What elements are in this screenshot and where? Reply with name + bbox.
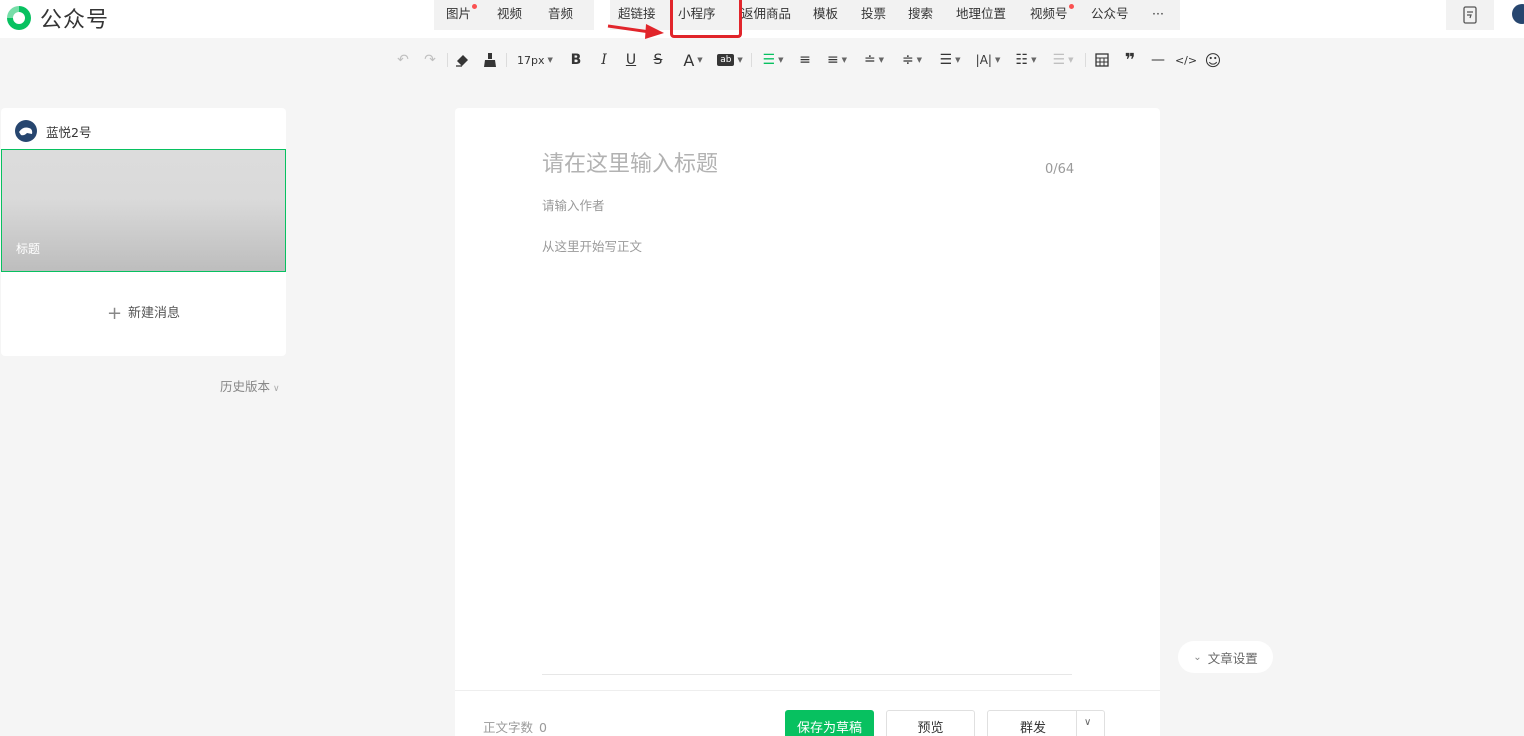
new-dot-icon <box>472 4 478 9</box>
save-draft-button[interactable]: 保存为草稿 <box>785 710 874 736</box>
toolbar-divider <box>751 53 752 67</box>
toolbar-divider <box>447 53 448 67</box>
insert-menu: 图片 视频 音频 超链接 小程序 返佣商品 模板 投票 搜索 地理位置 视频号 … <box>434 0 1180 30</box>
body-bottom-divider <box>542 674 1072 675</box>
format-painter-icon[interactable] <box>480 50 500 70</box>
undo-icon[interactable]: ↶ <box>393 50 413 70</box>
chevron-down-icon: ∨ <box>273 384 280 394</box>
double-chevron-down-icon: ⌄ <box>1193 651 1202 663</box>
word-count: 正文字数 0 <box>483 720 547 735</box>
new-dot-icon <box>1068 4 1074 9</box>
caret-down-icon: ▼ <box>778 56 784 64</box>
mobile-preview-button[interactable] <box>1446 0 1494 30</box>
emoji-icon[interactable]: ☺ <box>1203 50 1223 70</box>
menu-item-image[interactable]: 图片 <box>446 4 478 22</box>
logo-text: 公众号 <box>40 8 110 33</box>
bullet-list-icon[interactable]: ☷ ▼ <box>1012 50 1040 70</box>
font-color-button[interactable]: A ▼ <box>679 50 707 70</box>
divider-line-icon[interactable]: — <box>1148 50 1168 70</box>
paragraph-spacing-icon[interactable]: ≡ ▼ <box>823 50 851 70</box>
redo-icon[interactable]: ↷ <box>420 50 440 70</box>
caret-down-icon: ▼ <box>916 56 923 64</box>
menu-item-location[interactable]: 地理位置 <box>956 6 1006 22</box>
menu-item-official-account[interactable]: 公众号 <box>1091 6 1129 22</box>
quote-icon[interactable]: ❞ <box>1120 50 1140 71</box>
toolbar-divider <box>1085 53 1086 67</box>
publish-button[interactable]: 群发 ∨ <box>987 710 1105 736</box>
caret-down-icon: ▼ <box>1031 56 1037 64</box>
author-input[interactable] <box>542 198 842 213</box>
new-message-button[interactable]: + 新建消息 <box>1 302 286 324</box>
account-row: 蓝悦2号 <box>15 120 91 142</box>
caret-down-icon: ▼ <box>878 56 885 64</box>
logo[interactable]: 公众号 <box>4 2 109 34</box>
bold-button[interactable]: B <box>566 50 586 70</box>
body-editor[interactable]: 从这里开始写正文 <box>542 236 1072 666</box>
top-bar: 公众号 图片 视频 音频 超链接 小程序 返佣商品 模板 投票 搜索 地理位置 … <box>0 0 1524 39</box>
menu-item-more[interactable]: ··· <box>1152 6 1164 22</box>
title-char-count: 0/64 <box>1045 162 1075 177</box>
caret-down-icon: ▼ <box>547 56 553 64</box>
publish-split-divider <box>1076 711 1077 736</box>
menu-item-search[interactable]: 搜索 <box>908 6 933 22</box>
phone-icon <box>1463 6 1477 24</box>
caret-down-icon: ▼ <box>955 56 961 64</box>
underline-button[interactable]: U <box>621 50 641 70</box>
cover-title: 标题 <box>16 242 41 256</box>
background-color-button[interactable]: ab ▼ <box>716 50 744 70</box>
menu-item-audio[interactable]: 音频 <box>548 6 573 22</box>
red-arrow-annotation <box>607 24 664 39</box>
highlight-box-annotation <box>670 0 742 38</box>
table-icon[interactable] <box>1092 50 1112 70</box>
account-avatar-icon <box>15 120 37 142</box>
strikethrough-button[interactable]: S <box>648 50 668 70</box>
menu-item-template[interactable]: 模板 <box>813 6 838 22</box>
menu-item-vote[interactable]: 投票 <box>861 6 886 22</box>
account-name: 蓝悦2号 <box>46 124 92 140</box>
indent-icon[interactable]: ≡ <box>795 50 815 70</box>
caret-down-icon: ▼ <box>737 56 743 64</box>
code-icon[interactable]: </> <box>1175 50 1197 70</box>
plus-icon: + <box>106 303 123 324</box>
user-avatar[interactable] <box>1512 4 1524 24</box>
caret-down-icon: ▼ <box>1068 56 1074 64</box>
article-settings-button[interactable]: ⌄ 文章设置 <box>1178 641 1273 673</box>
clear-format-icon[interactable] <box>452 50 472 70</box>
ordered-list-icon[interactable]: ☰ ▼ <box>1049 50 1077 70</box>
format-toolbar: ↶ ↷ 17px ▼ B I U S A ▼ ab ▼ ☰ ▼ ≡ ≡ ▼ ≐ ▼ ≑ ▼ ☰… <box>0 40 1524 80</box>
article-cover-card[interactable]: 标题 <box>1 149 286 272</box>
toolbar-divider <box>506 53 507 67</box>
wechat-mp-logo-icon <box>7 6 31 30</box>
editor-panel: 0/64 从这里开始写正文 <box>455 108 1160 736</box>
space-before-icon[interactable]: ≐ ▼ <box>860 50 888 70</box>
bottom-action-bar: 正文字数 0 保存为草稿 预览 群发 ∨ <box>455 690 1160 736</box>
preview-button[interactable]: 预览 <box>886 710 975 736</box>
space-after-icon[interactable]: ≑ ▼ <box>898 50 926 70</box>
menu-item-video[interactable]: 视频 <box>497 6 522 22</box>
font-size-select[interactable]: 17px ▼ <box>512 50 558 70</box>
line-height-icon[interactable]: ☰ ▼ <box>936 50 964 70</box>
letter-spacing-icon[interactable]: |A| ▼ <box>973 50 1003 70</box>
caret-down-icon: ▼ <box>697 56 703 64</box>
chevron-down-icon[interactable]: ∨ <box>1084 717 1091 728</box>
align-justify-icon[interactable]: ☰ ▼ <box>759 50 787 70</box>
menu-item-commission-goods[interactable]: 返佣商品 <box>741 6 791 22</box>
article-list-panel: 蓝悦2号 标题 + 新建消息 <box>1 108 286 356</box>
italic-button[interactable]: I <box>594 50 614 70</box>
title-input[interactable] <box>542 152 1002 177</box>
menu-item-channels[interactable]: 视频号 <box>1030 4 1074 22</box>
caret-down-icon: ▼ <box>994 56 1001 64</box>
history-version-button[interactable]: 历史版本 ∨ <box>220 376 280 395</box>
caret-down-icon: ▼ <box>841 56 848 64</box>
